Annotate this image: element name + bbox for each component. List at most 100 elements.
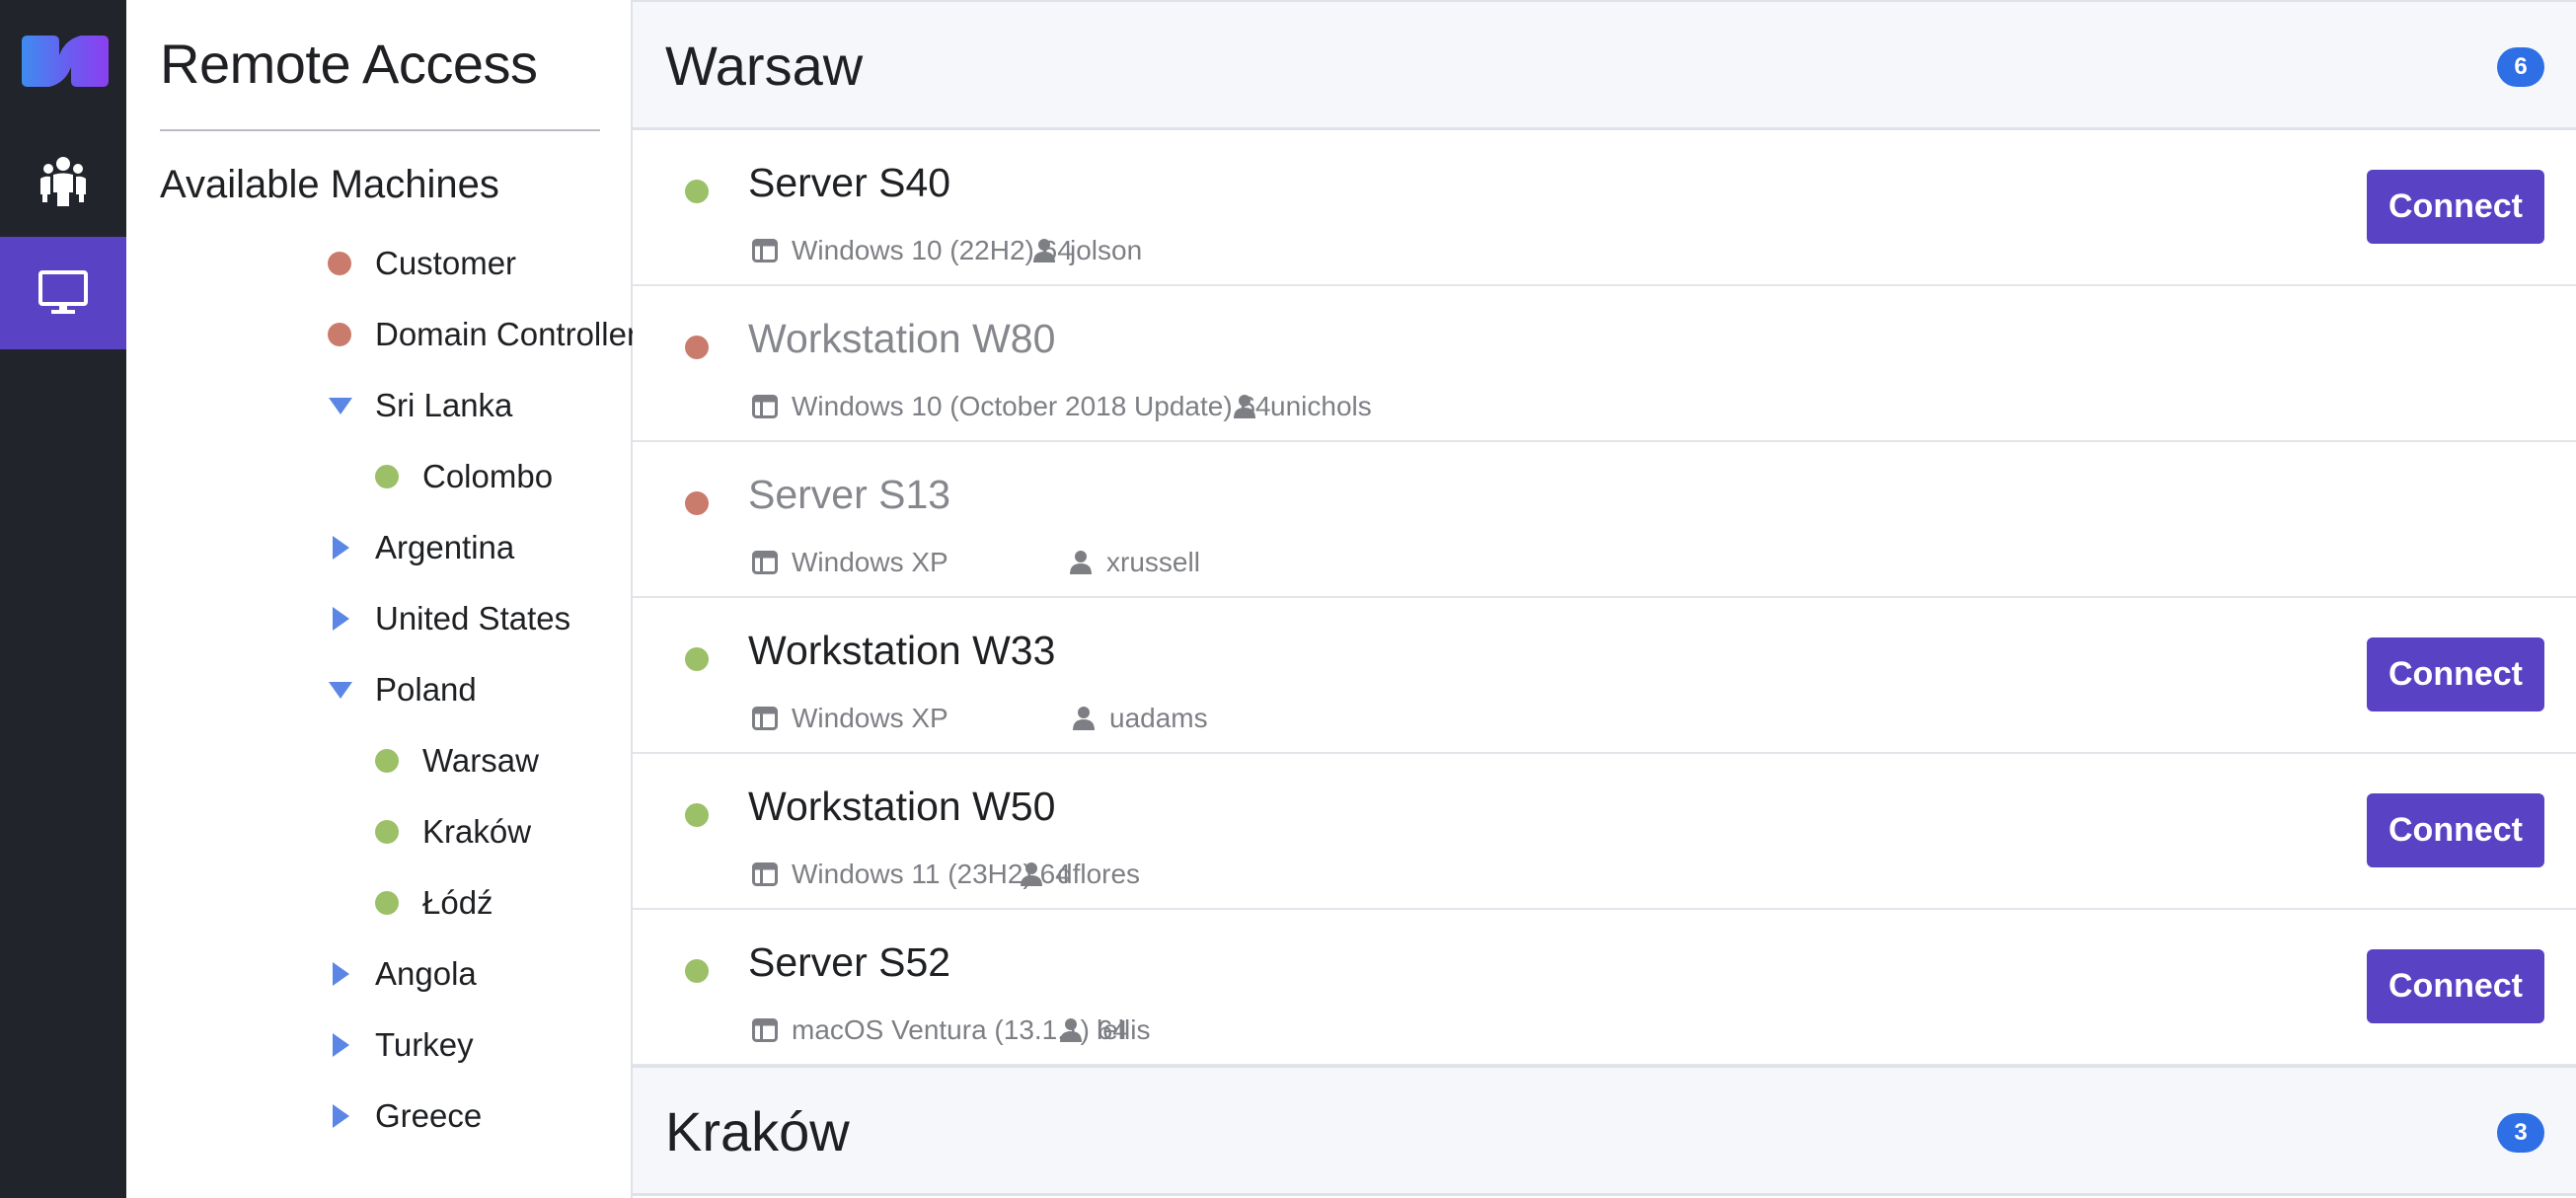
machine-os-label: Windows 10 (22H2) 64 xyxy=(792,235,1073,265)
status-online-icon xyxy=(375,820,399,844)
caret-down-icon[interactable] xyxy=(328,677,353,703)
machine-name: Workstation W33 xyxy=(748,628,1056,673)
os-window-icon xyxy=(752,862,792,886)
brand-logo-icon[interactable] xyxy=(16,34,111,89)
machine-user: uadams xyxy=(1072,701,1208,736)
machine-name: Server S13 xyxy=(748,472,951,517)
user-icon xyxy=(1032,238,1070,263)
status-online-icon xyxy=(685,803,709,827)
machine-user: dflores xyxy=(1020,857,1140,892)
machine-user: unichols xyxy=(1233,389,1372,424)
machine-user-label: uadams xyxy=(1109,703,1208,733)
user-icon xyxy=(1072,706,1109,731)
tree-item-domain-controllers[interactable]: Domain Controllers xyxy=(328,310,653,359)
status-online-icon xyxy=(685,959,709,983)
tree-item-poland[interactable]: Poland xyxy=(328,665,477,714)
tree-item-argentina[interactable]: Argentina xyxy=(328,523,514,572)
user-icon xyxy=(1020,861,1057,887)
connect-button[interactable]: Connect xyxy=(2367,949,2544,1023)
machine-list-panel: Warsaw 6 Server S40 Windows 10 (22H2) 64 jol… xyxy=(633,0,2576,1198)
status-online-icon xyxy=(375,749,399,773)
tree-item-angola[interactable]: Angola xyxy=(328,949,477,999)
machine-row-workstation-w33: Workstation W33 Windows XP uadams Connect xyxy=(633,598,2576,754)
status-online-icon xyxy=(375,891,399,915)
rail-machines-button[interactable] xyxy=(0,237,126,349)
connect-button[interactable]: Connect xyxy=(2367,637,2544,711)
machine-row-server-s40: Server S40 Windows 10 (22H2) 64 jolson Conn… xyxy=(633,130,2576,286)
caret-right-icon[interactable] xyxy=(328,1103,353,1129)
group-title: Warsaw xyxy=(665,35,864,97)
rail-people-button[interactable] xyxy=(0,124,126,237)
user-icon xyxy=(1069,550,1106,575)
machine-user: jolson xyxy=(1032,233,1142,268)
sidebar-divider xyxy=(160,129,600,131)
caret-right-icon[interactable] xyxy=(328,535,353,561)
machine-os: Windows XP xyxy=(752,545,948,580)
tree-item-label: Angola xyxy=(375,955,477,992)
tree-item-united-states[interactable]: United States xyxy=(328,594,570,643)
sidebar: Remote Access Available Machines Custome… xyxy=(126,0,653,1198)
machine-count-badge: 3 xyxy=(2497,1113,2544,1153)
tree-item-customer[interactable]: Customer xyxy=(328,239,516,288)
machine-os: Windows 10 (22H2) 64 xyxy=(752,233,1073,268)
machine-name: Workstation W80 xyxy=(748,316,1056,361)
machine-user-label: jolson xyxy=(1070,235,1143,265)
section-title-available-machines: Available Machines xyxy=(160,163,499,206)
tree-item-turkey[interactable]: Turkey xyxy=(328,1020,474,1070)
os-window-icon xyxy=(752,239,792,262)
tree-item-label: Poland xyxy=(375,671,477,708)
tree-item-label: Greece xyxy=(375,1097,483,1134)
user-icon xyxy=(1233,394,1270,419)
tree-item-warsaw[interactable]: Warsaw xyxy=(375,736,539,786)
machine-user: lellis xyxy=(1059,1012,1150,1048)
machine-os-label: Windows XP xyxy=(792,547,948,577)
machine-os: Windows XP xyxy=(752,701,948,736)
status-offline-icon xyxy=(685,336,709,359)
people-icon xyxy=(38,155,88,206)
caret-right-icon[interactable] xyxy=(328,606,353,632)
machine-name: Server S52 xyxy=(748,939,951,985)
tree-item-label: Warsaw xyxy=(422,742,539,779)
status-online-icon xyxy=(375,465,399,488)
machine-row-workstation-w80: Workstation W80 Windows 10 (October 2018 … xyxy=(633,286,2576,442)
status-online-icon xyxy=(685,647,709,671)
tree-item-label: Domain Controllers xyxy=(375,316,654,352)
tree-item-label: Turkey xyxy=(375,1026,474,1063)
tree-item-greece[interactable]: Greece xyxy=(328,1091,482,1141)
status-offline-icon xyxy=(328,323,351,346)
os-window-icon xyxy=(752,707,792,730)
machine-user-label: lellis xyxy=(1097,1014,1151,1045)
group-header-warsaw: Warsaw 6 xyxy=(633,0,2576,130)
tree-item-label: Customer xyxy=(375,245,517,281)
status-offline-icon xyxy=(685,491,709,515)
tree-item-label: Łódź xyxy=(422,884,493,921)
tree-item-krakow[interactable]: Kraków xyxy=(375,807,531,857)
tree-item-label: Sri Lanka xyxy=(375,387,513,423)
machine-user: xrussell xyxy=(1069,545,1200,580)
tree-item-sri-lanka[interactable]: Sri Lanka xyxy=(328,381,512,430)
os-window-icon xyxy=(752,551,792,574)
monitor-icon xyxy=(38,270,88,316)
caret-down-icon[interactable] xyxy=(328,393,353,418)
machine-row-server-s13: Server S13 Windows XP xrussell xyxy=(633,442,2576,598)
machine-row-workstation-w50: Workstation W50 Windows 11 (23H2) 64 dflor… xyxy=(633,754,2576,910)
connect-button[interactable]: Connect xyxy=(2367,170,2544,244)
caret-right-icon[interactable] xyxy=(328,1032,353,1058)
tree-item-label: Argentina xyxy=(375,529,515,565)
tree-item-label: United States xyxy=(375,600,571,636)
connect-button[interactable]: Connect xyxy=(2367,793,2544,867)
tree-item-label: Kraków xyxy=(422,813,532,850)
machine-user-label: unichols xyxy=(1270,391,1372,421)
tree-item-lodz[interactable]: Łódź xyxy=(375,878,493,928)
tree-item-colombo[interactable]: Colombo xyxy=(375,452,553,501)
icon-rail xyxy=(0,0,126,1198)
machine-os: Windows 10 (October 2018 Update) 64 xyxy=(752,389,1271,424)
tree-item-label: Colombo xyxy=(422,458,554,494)
caret-right-icon[interactable] xyxy=(328,961,353,987)
machine-name: Workstation W50 xyxy=(748,784,1056,829)
machine-row-server-s52: Server S52 macOS Ventura (13.1.1) 64 lelli… xyxy=(633,910,2576,1066)
group-title: Kraków xyxy=(665,1100,850,1162)
machine-user-label: dflores xyxy=(1057,859,1141,889)
machine-user-label: xrussell xyxy=(1106,547,1200,577)
group-header-krakow: Kraków 3 xyxy=(633,1066,2576,1196)
